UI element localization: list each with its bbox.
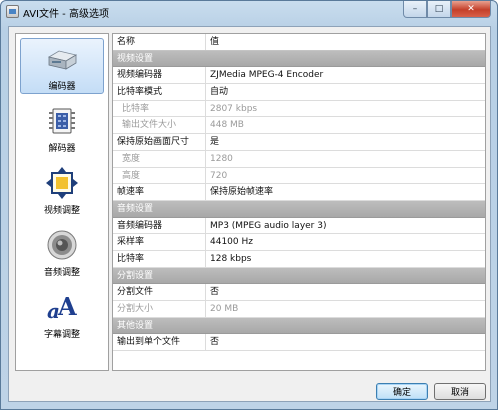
title-bar[interactable]: AVI文件 - 高级选项 – □ ✕ <box>1 1 497 23</box>
property-name: 宽度 <box>113 150 206 167</box>
property-value[interactable]: 是 <box>206 134 485 150</box>
category-spacer <box>206 268 485 284</box>
property-value[interactable]: 1280 <box>206 151 485 167</box>
ok-button[interactable]: 确定 <box>376 383 428 400</box>
property-value[interactable]: MP3 (MPEG audio layer 3) <box>206 218 485 234</box>
category-label: 视频设置 <box>117 53 154 64</box>
property-row[interactable]: 视频编码器 ZJMedia MPEG-4 Encoder <box>113 67 485 85</box>
property-row[interactable]: 比特率 2807 kbps <box>113 100 485 118</box>
sidebar-item-label: 编码器 <box>48 82 76 92</box>
sidebar-item-subtitle-adjust[interactable]: a A 字幕调整 <box>20 286 104 342</box>
property-name: 分割文件 <box>113 284 206 300</box>
property-row[interactable]: 比特率模式 自动 <box>113 84 485 101</box>
sidebar-item-label: 字幕调整 <box>43 330 80 340</box>
sidebar-item-label: 视频调整 <box>43 206 80 216</box>
svg-text:A: A <box>57 292 77 321</box>
category-row[interactable]: 其他设置 <box>113 317 485 335</box>
sidebar-item-audio-adjust[interactable]: 音频调整 <box>20 224 104 280</box>
property-row[interactable]: 保持原始画面尺寸是 <box>113 134 485 151</box>
encoder-drive-icon <box>47 50 78 70</box>
subtitle-letters-icon: a A <box>47 292 77 323</box>
category-spacer <box>206 51 485 67</box>
property-name: 输出到单个文件 <box>113 334 206 351</box>
property-name: 采样率 <box>113 234 206 250</box>
grid-header: 名称 值 <box>113 34 485 51</box>
category-spacer <box>206 201 485 217</box>
property-row[interactable]: 采样率 44100 Hz <box>113 234 485 251</box>
property-name: 视频编码器 <box>113 67 206 84</box>
property-value[interactable]: 自动 <box>206 84 485 100</box>
property-value[interactable]: 否 <box>206 284 485 300</box>
sidebar-item-decoder[interactable]: 解码器 <box>20 100 104 156</box>
dialog-window: AVI文件 - 高级选项 – □ ✕ 编码器 解码器 视频调整 音频调整 a A… <box>0 0 498 410</box>
window-title: AVI文件 - 高级选项 <box>23 9 109 20</box>
category-label: 分割设置 <box>117 270 154 281</box>
property-name: 比特率模式 <box>113 84 206 100</box>
sidebar-item-encoder[interactable]: 编码器 <box>20 38 104 94</box>
cancel-button[interactable]: 取消 <box>434 383 486 400</box>
category-label: 音频设置 <box>117 203 154 214</box>
property-name: 帧速率 <box>113 184 206 200</box>
property-row[interactable]: 输出文件大小 448 MB <box>113 117 485 135</box>
property-row[interactable]: 宽度 1280 <box>113 150 485 168</box>
property-value[interactable]: 20 MB <box>206 301 485 317</box>
property-row[interactable]: 比特率 128 kbps <box>113 250 485 268</box>
video-adjust-icon <box>46 167 78 199</box>
property-name: 比特率 <box>113 100 206 117</box>
property-name: 输出文件大小 <box>113 117 206 134</box>
category-row[interactable]: 视频设置 <box>113 50 485 68</box>
property-name: 分割大小 <box>113 301 206 317</box>
sidebar-item-label: 解码器 <box>48 144 76 154</box>
property-value[interactable]: 720 <box>206 168 485 184</box>
property-name: 音频编码器 <box>113 217 206 234</box>
property-name: 保持原始画面尺寸 <box>113 134 206 150</box>
property-name: 比特率 <box>113 250 206 267</box>
property-row[interactable]: 帧速率 保持原始帧速率 <box>113 184 485 201</box>
property-row[interactable]: 分割大小 20 MB <box>113 301 485 318</box>
property-value[interactable]: ZJMedia MPEG-4 Encoder <box>206 67 485 83</box>
app-icon <box>6 5 19 18</box>
property-value[interactable]: 128 kbps <box>206 251 485 267</box>
property-name: 高度 <box>113 167 206 184</box>
minimize-button[interactable]: – <box>403 1 427 18</box>
property-value[interactable]: 44100 Hz <box>206 234 485 250</box>
property-row[interactable]: 音频编码器 MP3 (MPEG audio layer 3) <box>113 217 485 235</box>
decoder-chip-icon <box>49 108 75 134</box>
property-value[interactable]: 否 <box>206 334 485 350</box>
category-label: 其他设置 <box>117 320 154 331</box>
sidebar-item-label: 音频调整 <box>43 268 80 278</box>
window-controls: – □ ✕ <box>403 1 491 19</box>
speaker-icon <box>47 230 77 260</box>
property-row[interactable]: 分割文件否 <box>113 284 485 301</box>
property-value[interactable]: 2807 kbps <box>206 101 485 117</box>
grid-body: 视频设置 视频编码器 ZJMedia MPEG-4 Encoder 比特率模式 自动 比特… <box>113 50 485 352</box>
category-spacer <box>206 318 485 334</box>
property-value[interactable]: 448 MB <box>206 117 485 133</box>
category-row[interactable]: 分割设置 <box>113 267 485 285</box>
category-sidebar: 编码器 解码器 视频调整 音频调整 a A 字幕调整 <box>15 33 109 371</box>
column-header-name[interactable]: 名称 <box>113 34 206 50</box>
sidebar-item-video-adjust[interactable]: 视频调整 <box>20 162 104 218</box>
column-header-value[interactable]: 值 <box>206 34 485 50</box>
maximize-button[interactable]: □ <box>427 1 451 18</box>
property-value[interactable]: 保持原始帧速率 <box>206 184 485 200</box>
category-row[interactable]: 音频设置 <box>113 200 485 218</box>
property-row[interactable]: 输出到单个文件否 <box>113 334 485 352</box>
dialog-client: 编码器 解码器 视频调整 音频调整 a A 字幕调整 名称 值 视频设置 视频编… <box>8 26 491 402</box>
property-grid: 名称 值 视频设置视频编码器 ZJMedia MPEG-4 Encoder 比特率模… <box>112 33 486 371</box>
property-row[interactable]: 高度 720 <box>113 167 485 185</box>
close-button[interactable]: ✕ <box>451 1 491 18</box>
